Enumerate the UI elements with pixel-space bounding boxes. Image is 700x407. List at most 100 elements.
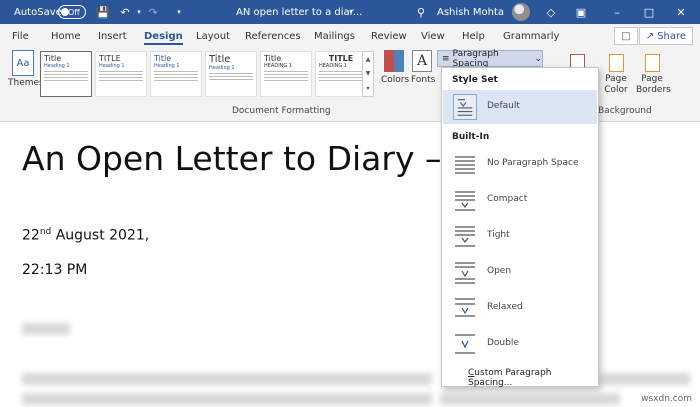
menu-item-default[interactable]: Default (443, 90, 597, 124)
undo-dropdown-icon[interactable]: ▾ (132, 0, 146, 24)
tab-mailings[interactable]: Mailings (314, 24, 355, 48)
fonts-label: Fonts (411, 75, 436, 85)
style-thumb[interactable]: TITLE HEADING 1 (315, 51, 367, 97)
menu-item-label: Default (487, 101, 520, 111)
thumb-title: Title (44, 54, 62, 63)
tab-layout[interactable]: Layout (196, 24, 230, 48)
spacing-default-icon (453, 94, 477, 120)
style-thumb[interactable]: Title Heading 1 (205, 51, 257, 97)
spacing-tight-icon (455, 226, 475, 247)
title-dropdown-icon[interactable]: ▾ (344, 0, 358, 24)
avatar[interactable] (512, 3, 530, 21)
fonts-icon: A (412, 50, 432, 72)
tab-insert[interactable]: Insert (98, 24, 127, 48)
minimize-icon[interactable]: – (610, 0, 624, 24)
page-borders-button[interactable]: Page Borders (636, 54, 671, 96)
menu-item-no-paragraph-space[interactable]: No Paragraph Space (443, 147, 597, 181)
menu-item-label: Compact (487, 194, 528, 204)
style-thumb[interactable]: TITLE Heading 1 (95, 51, 147, 97)
blurred-text (600, 373, 690, 385)
diamond-icon[interactable]: ◇ (544, 0, 558, 24)
page-color-icon (608, 54, 624, 72)
colors-icon (384, 50, 404, 72)
document-date[interactable]: 22nd August 2021, (22, 227, 149, 244)
maximize-icon[interactable]: □ (642, 0, 656, 24)
tab-view[interactable]: View (421, 24, 445, 48)
menu-item-label: No Paragraph Space (487, 158, 579, 168)
watermark-text: wsxdn.com (641, 394, 692, 404)
word-window: AutoSave Off 💾 ↶ ▾ ↷ ▾ AN open letter to… (0, 0, 700, 407)
tab-help[interactable]: Help (462, 24, 485, 48)
spacing-open-icon (455, 262, 475, 284)
paragraph-spacing-icon: ≡ (442, 53, 450, 64)
page-color-label: Page Color (604, 74, 628, 95)
title-bar: AutoSave Off 💾 ↶ ▾ ↷ ▾ AN open letter to… (0, 0, 700, 24)
style-thumb[interactable]: Title Heading 1 (40, 51, 92, 97)
close-icon[interactable]: ✕ (674, 0, 688, 24)
save-icon[interactable]: 💾 (96, 0, 110, 24)
document-formatting-label: Document Formatting (232, 106, 331, 116)
blurred-text (22, 323, 70, 335)
qat-customize-icon[interactable]: ▾ (172, 0, 186, 24)
menu-item-double[interactable]: Double (443, 327, 597, 361)
user-name[interactable]: Ashish Mohta (437, 0, 504, 24)
tab-file[interactable]: File (12, 24, 29, 48)
menu-item-open[interactable]: Open (443, 255, 597, 289)
chevron-down-icon: ⌄ (534, 53, 542, 64)
menu-item-compact[interactable]: Compact (443, 183, 597, 217)
menu-item-label: Double (487, 338, 519, 348)
themes-label: Themes (8, 78, 44, 88)
tab-review[interactable]: Review (371, 24, 407, 48)
tab-design[interactable]: Design (144, 24, 183, 48)
thumb-heading: Heading 1 (154, 63, 180, 69)
blurred-text (22, 373, 432, 385)
fonts-button[interactable]: A Fonts (411, 50, 436, 85)
ribbon-display-icon[interactable]: ▣ (574, 0, 588, 24)
menu-item-relaxed[interactable]: Relaxed (443, 291, 597, 325)
redo-icon[interactable]: ↷ (146, 0, 160, 24)
colors-button[interactable]: Colors (381, 50, 410, 85)
themes-button[interactable]: Aa Themes (8, 50, 44, 88)
date-suffix: nd (39, 227, 52, 237)
paragraph-spacing-label: Paragraph Spacing (452, 48, 499, 69)
gallery-more-icon[interactable]: ▾ (366, 85, 369, 92)
page-color-button[interactable]: Page Color (601, 54, 631, 96)
spacing-none-icon (455, 156, 475, 174)
scroll-down-icon[interactable]: ▼ (366, 70, 371, 77)
style-thumb[interactable]: Title HEADING 1 (260, 51, 312, 97)
built-in-heading: Built-In (452, 132, 490, 142)
blurred-text (22, 393, 432, 405)
blurred-text (440, 393, 620, 405)
autosave-toggle[interactable]: Off (58, 5, 86, 19)
custom-paragraph-spacing-link[interactable]: Custom Paragraph Spacing... (468, 368, 598, 388)
page-borders-icon (644, 54, 660, 72)
tab-references[interactable]: References (245, 24, 301, 48)
page-borders-label: Page Borders (636, 74, 671, 95)
paragraph-spacing-button[interactable]: ≡ Paragraph Spacing ⌄ (437, 48, 543, 69)
menu-item-tight[interactable]: Tight (443, 219, 597, 253)
scroll-up-icon[interactable]: ▲ (366, 56, 371, 63)
ribbon-tabs: File Home Insert Design Layout Reference… (0, 24, 700, 48)
gallery-scroll[interactable]: ▲ ▼ ▾ (362, 51, 374, 97)
undo-icon[interactable]: ↶ (118, 0, 132, 24)
style-thumb[interactable]: Title Heading 1 (150, 51, 202, 97)
search-icon[interactable]: ⚲ (414, 0, 428, 24)
thumb-heading: Heading 1 (209, 65, 235, 71)
thumb-heading: HEADING 1 (264, 63, 293, 69)
tab-home[interactable]: Home (51, 24, 81, 48)
style-set-heading: Style Set (452, 75, 498, 85)
tab-grammarly[interactable]: Grammarly (503, 24, 559, 48)
thumb-heading: HEADING 1 (319, 63, 348, 69)
menu-item-label: Open (487, 266, 512, 276)
comments-button[interactable]: □ (614, 27, 638, 45)
share-icon: ↗ (645, 30, 655, 42)
colors-label: Colors (381, 75, 410, 85)
share-button[interactable]: ↗ Share (638, 27, 693, 45)
menu-item-label: Tight (487, 230, 510, 240)
spacing-double-icon (455, 334, 475, 354)
background-group-label: Background (598, 106, 652, 116)
document-heading[interactable]: An Open Letter to Diary – (22, 139, 441, 178)
date-rest: August 2021, (51, 227, 150, 244)
document-time[interactable]: 22:13 PM (22, 262, 87, 278)
style-set-gallery: Title Heading 1 TITLE Heading 1 Title He… (40, 51, 367, 97)
